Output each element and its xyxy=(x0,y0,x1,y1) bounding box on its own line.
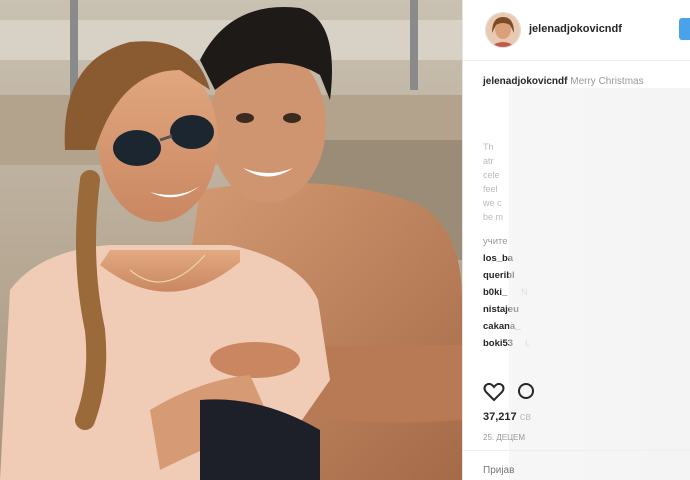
avatar[interactable] xyxy=(485,12,521,48)
caption-line: we c xyxy=(483,198,502,208)
caption-username[interactable]: jelenadjokovicndf xyxy=(483,76,567,87)
post-sidebar: jelenadjokovicndf jelenadjokovicndf Merr… xyxy=(462,0,690,480)
comment-user: b0ki_ xyxy=(483,287,508,298)
like-number: 37,217 xyxy=(483,411,517,423)
avatar-image xyxy=(486,13,520,47)
post-date: 25. ДЕЦЕМ xyxy=(483,433,526,442)
heart-icon[interactable] xyxy=(483,382,505,402)
like-suffix: св xyxy=(519,411,532,423)
caption: jelenadjokovicndf Merry Christmas xyxy=(483,76,644,87)
caption-text: Merry Christmas xyxy=(570,76,644,87)
caption-line: be m xyxy=(483,212,504,222)
comment-user: учите xyxy=(483,236,508,247)
like-count: 37,217 св xyxy=(483,411,531,423)
caption-line: feel xyxy=(483,184,498,194)
post-photo[interactable] xyxy=(0,0,462,480)
comment-icon[interactable] xyxy=(518,383,534,399)
caption-line: Th xyxy=(483,142,494,152)
caption-line: cele xyxy=(483,170,500,180)
follow-button[interactable] xyxy=(679,18,690,40)
caption-line: atr xyxy=(483,156,494,166)
post-header: jelenadjokovicndf xyxy=(463,0,690,61)
username[interactable]: jelenadjokovicndf xyxy=(529,23,622,35)
login-link[interactable]: Пријав xyxy=(483,465,514,476)
couple-photo-illustration xyxy=(0,0,462,480)
blur-overlay xyxy=(509,88,690,480)
divider xyxy=(463,450,690,451)
